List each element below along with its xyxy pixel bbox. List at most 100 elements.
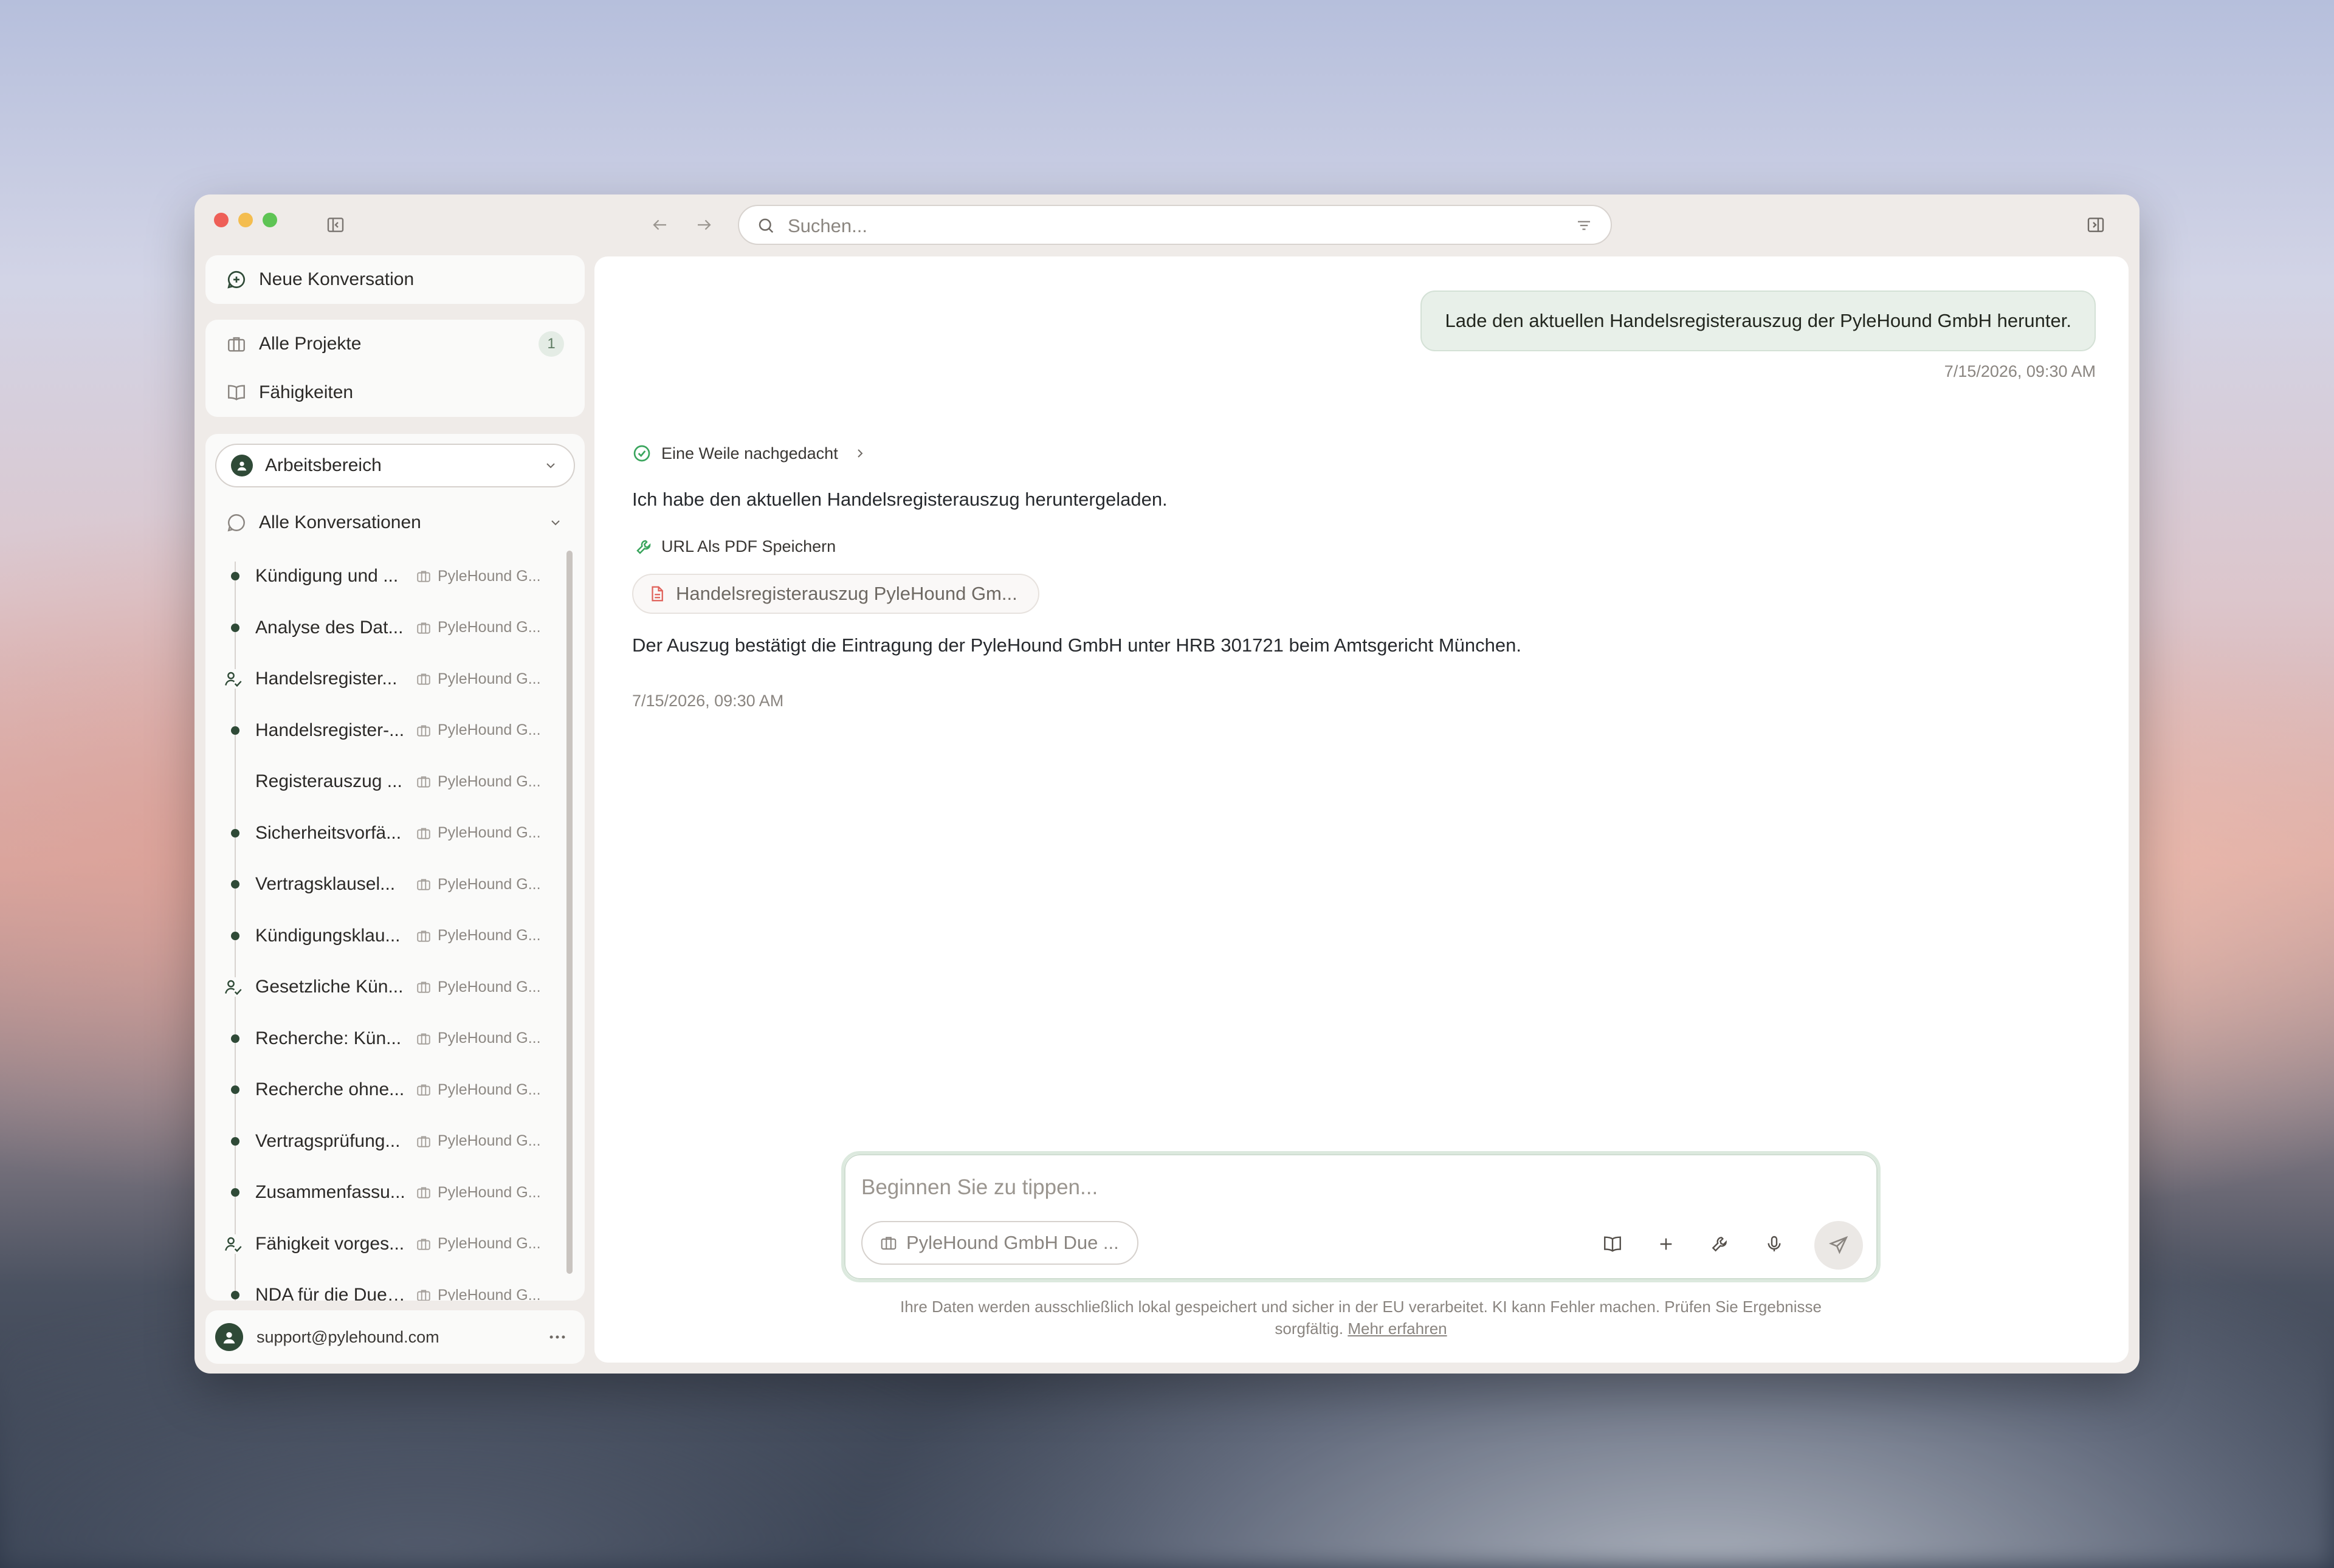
- status-dot: [231, 726, 239, 735]
- zoom-window-button[interactable]: [263, 213, 277, 227]
- close-window-button[interactable]: [214, 213, 229, 227]
- all-conversations-header[interactable]: Alle Konversationen: [205, 497, 585, 548]
- chevron-down-icon: [548, 515, 563, 530]
- conversation-project-label: PyleHound G...: [438, 927, 541, 944]
- send-button[interactable]: [1814, 1221, 1863, 1270]
- plus-icon[interactable]: [1648, 1226, 1684, 1262]
- conversation-project: PyleHound G...: [416, 1287, 541, 1301]
- conversation-project-label: PyleHound G...: [438, 1235, 541, 1252]
- check-circle-icon: [632, 444, 652, 463]
- conversation-project-label: PyleHound G...: [438, 824, 541, 841]
- search-input[interactable]: [787, 212, 1518, 240]
- thinking-label: Eine Weile nachgedacht: [661, 444, 838, 462]
- conversation-project-label: PyleHound G...: [438, 721, 541, 738]
- conversation-item[interactable]: Kündigung und ... PyleHound G...: [205, 551, 546, 602]
- count-badge: 1: [539, 331, 564, 357]
- all-conversations-label: Alle Konversationen: [259, 512, 421, 532]
- wrench-icon[interactable]: [1701, 1226, 1738, 1262]
- conversation-project-label: PyleHound G...: [438, 567, 541, 585]
- toggle-sidebar-icon[interactable]: [322, 211, 349, 238]
- conversation-item[interactable]: Recherche ohne... PyleHound G...: [205, 1064, 546, 1115]
- conversation-project: PyleHound G...: [416, 978, 541, 996]
- chevron-down-icon: [543, 458, 558, 473]
- conversation-project: PyleHound G...: [416, 773, 541, 791]
- project-selector-label: PyleHound GmbH Due ...: [906, 1232, 1119, 1253]
- conversation-item[interactable]: Vertragsklausel... PyleHound G...: [205, 859, 546, 910]
- conversation-item[interactable]: Fähigkeit vorges... PyleHound G...: [205, 1219, 546, 1270]
- file-attachment-chip[interactable]: Handelsregisterauszug PyleHound Gm...: [632, 574, 1039, 614]
- status-dot: [231, 1034, 239, 1043]
- conversation-title: Kündigung und ...: [255, 566, 399, 586]
- status-dot: [231, 1291, 239, 1299]
- message-input[interactable]: [860, 1170, 1774, 1205]
- conversation-item[interactable]: Analyse des Dat... PyleHound G...: [205, 602, 546, 653]
- conversation-title: Registerauszug ...: [255, 771, 402, 791]
- minimize-window-button[interactable]: [238, 213, 253, 227]
- briefcase-icon: [417, 1033, 430, 1045]
- conversation-project-label: PyleHound G...: [438, 1183, 541, 1201]
- disclaimer-line-2-text: sorgfältig.: [1275, 1319, 1344, 1338]
- forward-arrow-icon[interactable]: [690, 211, 717, 238]
- app-window: Neue Konversation Alle Projekte 1 Fähigk…: [194, 194, 2140, 1374]
- assistant-message-timestamp: 7/15/2026, 09:30 AM: [632, 692, 784, 710]
- learn-more-link[interactable]: Mehr erfahren: [1348, 1319, 1447, 1338]
- conversation-project: PyleHound G...: [416, 670, 541, 688]
- briefcase-icon: [417, 1238, 430, 1250]
- scrollbar[interactable]: [566, 551, 573, 1274]
- conversation-item[interactable]: Handelsregister... PyleHound G...: [205, 653, 546, 704]
- conversation-project: PyleHound G...: [416, 1235, 541, 1253]
- conversation-item[interactable]: Kündigungsklau... PyleHound G...: [205, 910, 546, 961]
- project-selector-chip[interactable]: PyleHound GmbH Due ...: [861, 1221, 1138, 1265]
- workspace-avatar-icon: [231, 455, 253, 476]
- new-conversation-button[interactable]: Neue Konversation: [205, 255, 585, 304]
- nav-item-projects[interactable]: Alle Projekte 1: [205, 320, 585, 368]
- book-icon: [226, 382, 247, 403]
- conversation-title: Recherche: Kün...: [255, 1028, 402, 1048]
- conversation-title: Zusammenfassu...: [255, 1182, 405, 1202]
- conversation-item[interactable]: Gesetzliche Kün... PyleHound G...: [205, 961, 546, 1013]
- conversation-title: Analyse des Dat...: [255, 617, 404, 638]
- conversation-item[interactable]: Vertragsprüfung... PyleHound G...: [205, 1116, 546, 1167]
- conversation-project-label: PyleHound G...: [438, 1030, 541, 1047]
- briefcase-icon: [226, 334, 247, 354]
- conversation-item[interactable]: Recherche: Kün... PyleHound G...: [205, 1013, 546, 1064]
- briefcase-icon: [417, 1187, 430, 1198]
- search-bar[interactable]: [738, 205, 1612, 245]
- message-composer: PyleHound GmbH Due ...: [841, 1151, 1881, 1282]
- book-icon[interactable]: [1594, 1226, 1631, 1262]
- workspace-select[interactable]: Arbeitsbereich: [215, 444, 575, 487]
- nav-item-skills[interactable]: Fähigkeiten: [205, 368, 585, 417]
- user-check-icon: [224, 669, 243, 689]
- chevron-right-icon: [853, 446, 867, 461]
- conversation-title: Recherche ohne...: [255, 1079, 405, 1099]
- briefcase-icon: [417, 1290, 430, 1301]
- toggle-panel-icon[interactable]: [2082, 211, 2109, 238]
- microphone-icon[interactable]: [1756, 1226, 1792, 1262]
- status-dot: [231, 931, 239, 940]
- conversation-item[interactable]: Sicherheitsvorfä... PyleHound G...: [205, 808, 546, 859]
- disclaimer-line-1: Ihre Daten werden ausschließlich lokal g…: [900, 1298, 1822, 1316]
- conversation-title: Sicherheitsvorfä...: [255, 822, 402, 843]
- briefcase-icon: [417, 571, 430, 582]
- thinking-toggle[interactable]: Eine Weile nachgedacht: [632, 444, 867, 463]
- briefcase-icon: [417, 879, 430, 890]
- conversation-project-label: PyleHound G...: [438, 1286, 541, 1301]
- conversation-item[interactable]: NDA für die Due ... PyleHound G...: [205, 1270, 546, 1301]
- conversation-item[interactable]: Handelsregister-... PyleHound G...: [205, 705, 546, 756]
- user-account[interactable]: support@pylehound.com: [205, 1310, 585, 1364]
- filter-icon[interactable]: [1572, 213, 1596, 238]
- conversation-item[interactable]: Zusammenfassu... PyleHound G...: [205, 1167, 546, 1218]
- conversation-project-label: PyleHound G...: [438, 978, 541, 995]
- user-email: support@pylehound.com: [256, 1327, 439, 1346]
- tool-call-label: URL Als PDF Speichern: [635, 537, 836, 556]
- conversation-item[interactable]: Registerauszug ... PyleHound G...: [205, 756, 546, 807]
- back-arrow-icon[interactable]: [647, 211, 673, 238]
- conversation-title: Vertragsprüfung...: [255, 1130, 401, 1151]
- briefcase-icon: [417, 827, 430, 839]
- more-options-icon[interactable]: [547, 1327, 568, 1347]
- conversation-project: PyleHound G...: [416, 1132, 541, 1150]
- nav-item-label: Alle Projekte: [259, 334, 362, 354]
- conversation-title: Fähigkeit vorges...: [255, 1233, 405, 1254]
- conversation-project: PyleHound G...: [416, 1030, 541, 1047]
- sidebar: Neue Konversation Alle Projekte 1 Fähigk…: [205, 255, 585, 1364]
